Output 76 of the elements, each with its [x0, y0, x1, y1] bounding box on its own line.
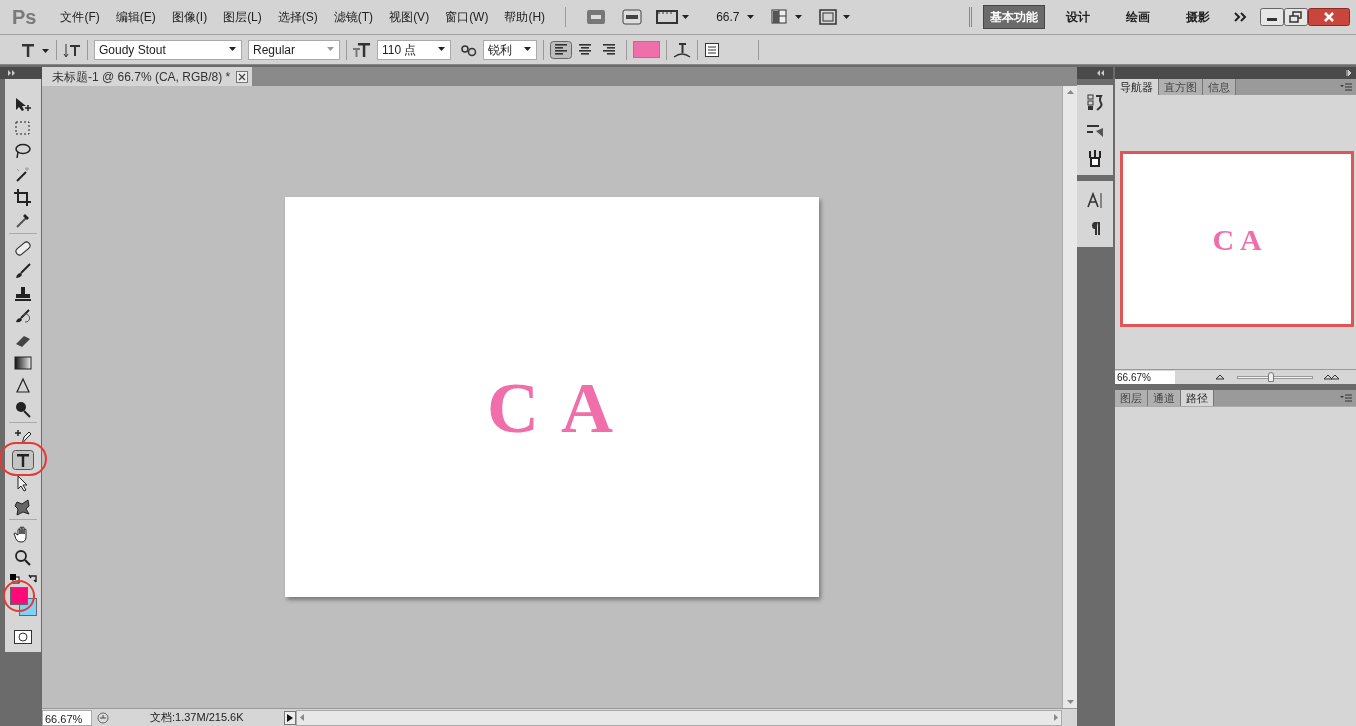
caret-icon	[438, 47, 446, 52]
restore-icon[interactable]	[1284, 8, 1308, 26]
panels-icon[interactable]	[704, 41, 720, 58]
text-orientation-icon[interactable]	[63, 41, 81, 58]
film-strip-icon[interactable]	[656, 9, 691, 25]
status-options-icon[interactable]	[96, 710, 110, 725]
panel-tab[interactable]: 图层	[1115, 390, 1148, 406]
canvas-text: C A	[487, 367, 617, 450]
foreground-color-swatch[interactable]	[10, 587, 28, 605]
menu-item[interactable]: 视图(V)	[381, 8, 438, 26]
align-left-icon[interactable]	[550, 40, 572, 59]
clone-source-icon[interactable]	[1086, 149, 1104, 167]
font-size-dropdown[interactable]: 110 点	[377, 39, 451, 60]
menu-item[interactable]: 选择(S)	[269, 8, 326, 26]
caret-icon	[747, 14, 756, 20]
expand-chevrons-icon[interactable]	[1346, 70, 1353, 76]
scroll-up-icon[interactable]	[1066, 90, 1074, 94]
workspace-button[interactable]: 设计	[1060, 6, 1096, 28]
zoom-slider[interactable]	[1237, 375, 1313, 379]
swap-colors-icon[interactable]	[28, 574, 38, 584]
scroll-down-icon[interactable]	[1066, 700, 1074, 704]
menu-item[interactable]: 图像(I)	[163, 8, 216, 26]
app-logo: Ps	[12, 5, 37, 30]
zoom-dropdown[interactable]: 66.7	[716, 8, 756, 26]
zoom-out-icon[interactable]	[1215, 374, 1225, 380]
menu-item[interactable]: 窗口(W)	[437, 8, 497, 26]
history-panel-icon[interactable]	[1086, 93, 1104, 111]
panel-collapse-bar[interactable]	[0, 67, 42, 79]
font-size-icon	[353, 41, 371, 58]
warp-text-icon[interactable]	[673, 41, 691, 58]
workspace-button[interactable]: 基本功能	[983, 5, 1045, 29]
character-panel-icon[interactable]	[1086, 191, 1104, 209]
antialias-icon	[461, 42, 477, 57]
panel-tab[interactable]: 通道	[1148, 390, 1181, 406]
document-size-info: 文档:1.37M/215.6K	[149, 710, 245, 726]
document-tab[interactable]: 未标题-1 @ 66.7% (CA, RGB/8) *	[42, 67, 253, 86]
zoom-in-icon[interactable]	[1323, 374, 1341, 380]
caret-icon	[327, 47, 335, 52]
workspace-button[interactable]: 绘画	[1120, 6, 1156, 28]
type-tool-icon[interactable]	[20, 41, 50, 58]
close-icon[interactable]	[236, 70, 249, 83]
expand-chevrons-icon[interactable]	[8, 70, 16, 76]
menu-item[interactable]: 帮助(H)	[496, 8, 554, 26]
antialias-dropdown[interactable]: 锐利	[483, 39, 537, 60]
horizontal-scrollbar[interactable]	[296, 709, 1062, 726]
zoom-field[interactable]: 66.67%	[1115, 370, 1175, 384]
vertical-scrollbar[interactable]	[1062, 86, 1077, 708]
caret-icon	[229, 47, 237, 52]
menu-item[interactable]: 滤镜(T)	[325, 8, 382, 26]
more-chevrons-icon[interactable]	[1234, 12, 1248, 22]
workspace-button[interactable]: 摄影	[1180, 6, 1216, 28]
status-menu-arrow-icon[interactable]	[284, 710, 296, 725]
default-colors-icon[interactable]	[10, 574, 20, 584]
close-icon[interactable]	[1308, 8, 1350, 26]
scroll-right-icon[interactable]	[1054, 714, 1058, 721]
menu-item[interactable]: 文件(F)	[52, 8, 108, 26]
scroll-left-icon[interactable]	[300, 714, 304, 721]
collapse-chevrons-icon[interactable]	[1097, 70, 1105, 76]
menu-item[interactable]: 编辑(E)	[107, 8, 164, 26]
caret-icon	[524, 47, 532, 52]
slider-thumb[interactable]	[1268, 371, 1275, 382]
zoom-field[interactable]: 66.67%	[42, 709, 92, 726]
panel-collapse-bar[interactable]	[1077, 67, 1113, 79]
panel-tab[interactable]: 路径	[1181, 390, 1214, 406]
panel-tab[interactable]: 信息	[1203, 79, 1236, 95]
preview-text: C A	[1212, 221, 1262, 258]
type-tool-icon[interactable]	[12, 449, 34, 470]
minimize-icon[interactable]	[1260, 8, 1284, 26]
crop-tool-icon[interactable]	[12, 186, 34, 207]
font-style-dropdown[interactable]: Regular	[248, 39, 340, 60]
text-color-swatch[interactable]	[633, 41, 660, 58]
menu-item[interactable]: 图层(L)	[215, 8, 270, 26]
panel-tab[interactable]: 直方图	[1159, 79, 1203, 95]
quick-mask-icon[interactable]	[14, 630, 32, 644]
font-family-dropdown[interactable]: Goudy Stout	[94, 39, 242, 60]
panel-tab[interactable]: 导航器	[1115, 79, 1159, 95]
